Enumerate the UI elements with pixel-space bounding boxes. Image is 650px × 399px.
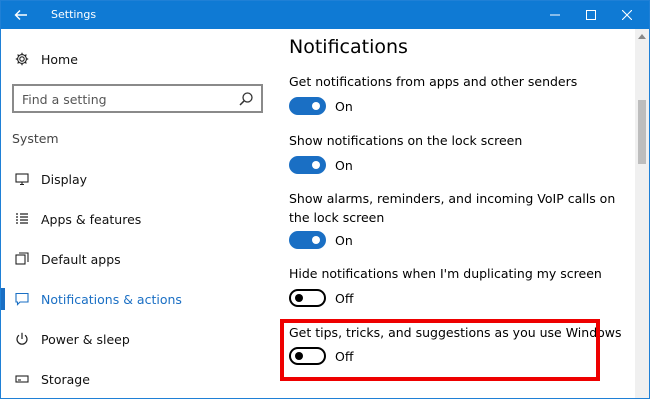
default-apps-icon bbox=[13, 250, 31, 268]
display-icon bbox=[13, 170, 31, 188]
sidebar-item-label: Notifications & actions bbox=[41, 291, 182, 307]
minimize-icon bbox=[550, 14, 560, 16]
highlight-box bbox=[280, 319, 600, 381]
sidebar-item-label: Apps & features bbox=[41, 211, 142, 227]
setting-label-alarms-voip: Show alarms, reminders, and incoming VoI… bbox=[289, 191, 616, 225]
toggle-state-hide-duplicating: Off bbox=[335, 291, 354, 306]
setting-label-hide-duplicating: Hide notifications when I'm duplicating … bbox=[289, 266, 602, 281]
sidebar-item-label: Default apps bbox=[41, 251, 121, 267]
scroll-up-arrow[interactable] bbox=[635, 29, 649, 43]
toggle-state-app-notifications: On bbox=[335, 99, 353, 114]
sidebar-item-storage[interactable]: Storage bbox=[1, 365, 273, 393]
minimize-button[interactable] bbox=[537, 1, 573, 29]
toggle-knob bbox=[295, 294, 303, 302]
gear-icon bbox=[13, 50, 31, 68]
notifications-icon bbox=[13, 290, 31, 308]
maximize-icon bbox=[586, 10, 596, 20]
sidebar-item-label: Storage bbox=[41, 371, 90, 387]
sidebar-item-home[interactable]: Home bbox=[1, 45, 273, 73]
page-title: Notifications bbox=[289, 36, 408, 58]
settings-window: Settings Home Find a setting System Disp… bbox=[0, 0, 650, 399]
sidebar-item-power-sleep[interactable]: Power & sleep bbox=[1, 325, 273, 353]
sidebar-item-label: Display bbox=[41, 171, 88, 187]
toggle-state-lock-screen: On bbox=[335, 158, 353, 173]
search-icon[interactable] bbox=[237, 90, 255, 108]
setting-label-lock-screen: Show notifications on the lock screen bbox=[289, 133, 523, 148]
title-bar: Settings bbox=[1, 1, 649, 29]
toggle-lock-screen[interactable] bbox=[289, 156, 326, 174]
toggle-knob bbox=[312, 102, 320, 110]
search-box[interactable] bbox=[12, 84, 263, 113]
toggle-knob bbox=[312, 236, 320, 244]
sidebar-item-default-apps[interactable]: Default apps bbox=[1, 245, 273, 273]
toggle-state-alarms-voip: On bbox=[335, 233, 353, 248]
sidebar-item-apps-features[interactable]: Apps & features bbox=[1, 205, 273, 233]
toggle-app-notifications[interactable] bbox=[289, 97, 326, 115]
apps-list-icon bbox=[13, 210, 31, 228]
setting-label-app-notifications: Get notifications from apps and other se… bbox=[289, 74, 578, 89]
close-icon bbox=[622, 10, 632, 20]
close-button[interactable] bbox=[609, 1, 645, 29]
storage-icon bbox=[13, 370, 31, 388]
toggle-hide-duplicating[interactable] bbox=[289, 289, 326, 307]
back-button[interactable] bbox=[1, 1, 41, 29]
power-icon bbox=[13, 330, 31, 348]
maximize-button[interactable] bbox=[573, 1, 609, 29]
scroll-thumb[interactable] bbox=[638, 100, 646, 164]
sidebar-item-display[interactable]: Display bbox=[1, 165, 273, 193]
toggle-knob bbox=[312, 161, 320, 169]
search-input[interactable] bbox=[22, 90, 222, 108]
vertical-scrollbar[interactable] bbox=[635, 29, 649, 398]
active-indicator bbox=[1, 288, 5, 310]
arrow-left-icon bbox=[14, 10, 27, 20]
chevron-up-icon bbox=[638, 34, 646, 39]
sidebar-item-notifications-actions[interactable]: Notifications & actions bbox=[1, 285, 273, 313]
sidebar-item-label: Home bbox=[41, 51, 78, 67]
sidebar-item-label: Power & sleep bbox=[41, 331, 130, 347]
toggle-alarms-voip[interactable] bbox=[289, 231, 326, 249]
sidebar: Home System Display Apps & features bbox=[1, 29, 273, 398]
window-title: Settings bbox=[51, 8, 97, 21]
section-label-system: System bbox=[12, 131, 59, 146]
